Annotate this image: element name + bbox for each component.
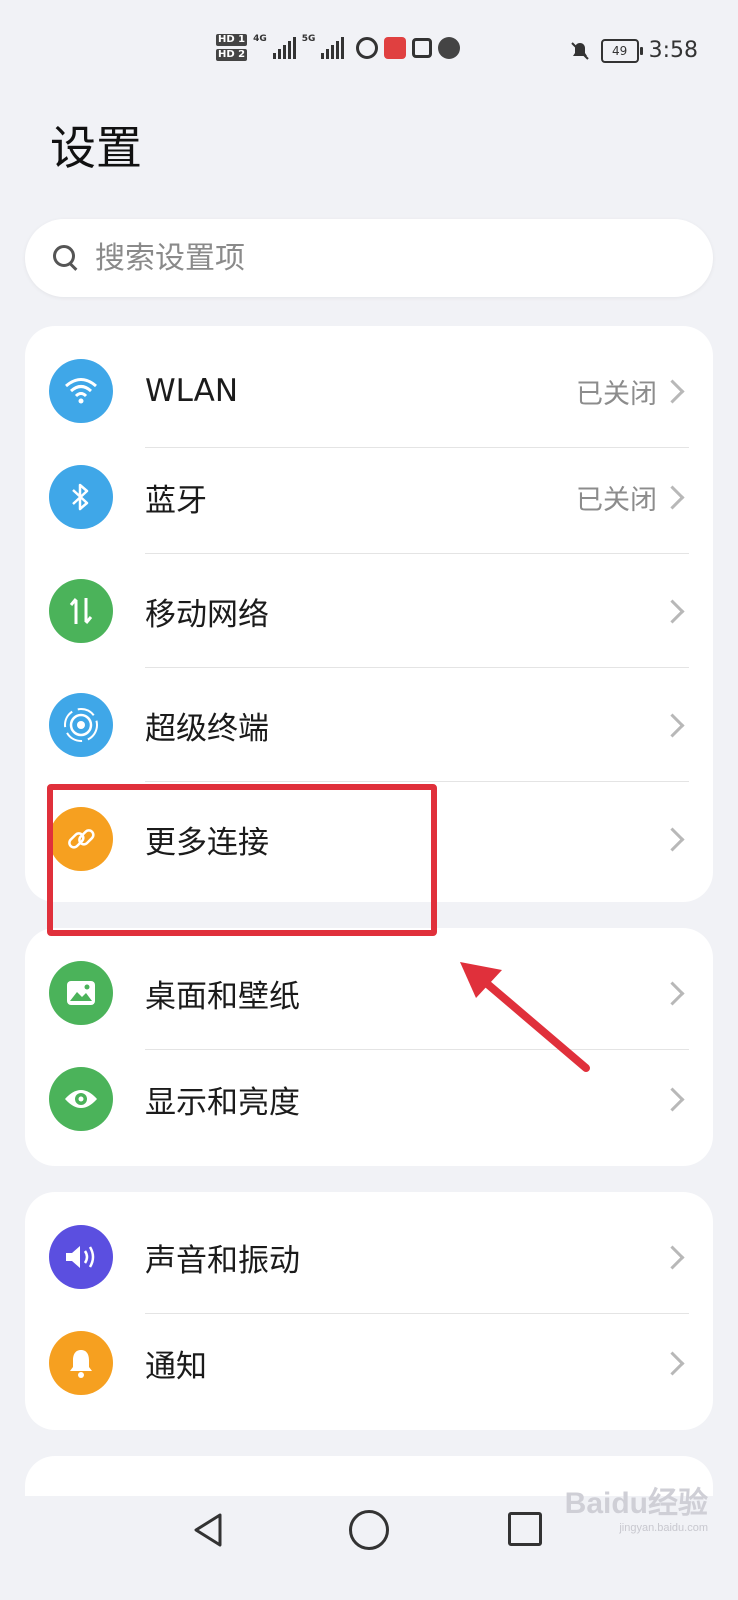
wifi-icon (49, 359, 113, 423)
settings-item-label: 蓝牙 (145, 482, 207, 519)
app-notification-icon (384, 36, 407, 59)
home-icon[interactable] (349, 1510, 389, 1550)
settings-item-label: 桌面和壁纸 (145, 978, 300, 1015)
chevron-right-icon (660, 1086, 685, 1112)
chevron-right-icon (660, 826, 685, 852)
chevron-right-icon (660, 1350, 685, 1376)
settings-item-label: 通知 (145, 1348, 207, 1385)
chevron-right-icon (660, 598, 685, 624)
highlight-box (47, 784, 437, 936)
wallpaper-icon (49, 961, 113, 1025)
hd-1-badge: HD 1 (216, 34, 248, 46)
clock: 3:58 (648, 38, 698, 63)
signal-2-icon (321, 36, 345, 59)
hd-indicators: HD 1 HD 2 (216, 34, 248, 61)
search-input[interactable] (93, 239, 657, 277)
chevron-right-icon (660, 1244, 685, 1270)
status-bar: HD 1 HD 2 4G 5G 49 3:58 (0, 0, 738, 100)
settings-group-sound: 声音和振动 通知 (25, 1192, 713, 1430)
mute-bell-icon (570, 41, 589, 60)
eye-icon (49, 1067, 113, 1131)
battery-level: 49 (611, 43, 628, 58)
status-right: 49 3:58 (569, 38, 698, 63)
hd-2-badge: HD 2 (216, 49, 248, 61)
settings-item-mobile-network[interactable]: 移动网络 (25, 554, 713, 668)
settings-item-sound-vibration[interactable]: 声音和振动 (25, 1200, 713, 1314)
super-device-icon (49, 693, 113, 757)
search-icon (53, 245, 79, 271)
annotation-arrow-icon (460, 962, 590, 1072)
settings-item-notifications[interactable]: 通知 (25, 1306, 713, 1420)
settings-item-label: 超级终端 (145, 710, 269, 747)
bluetooth-icon (49, 465, 113, 529)
chevron-right-icon (660, 980, 685, 1006)
status-left: HD 1 HD 2 4G 5G (216, 34, 461, 61)
mobile-data-icon (49, 579, 113, 643)
battery-icon: 49 (600, 38, 643, 63)
settings-item-super-device[interactable]: 超级终端 (25, 668, 713, 782)
settings-item-bluetooth[interactable]: 蓝牙 已关闭 (25, 440, 713, 554)
watermark-text: Baidu经验 (564, 1487, 708, 1520)
watermark-sub: jingyan.baidu.com (619, 1522, 708, 1534)
settings-group-display: 桌面和壁纸 显示和亮度 (25, 928, 713, 1166)
page-title: 设置 (50, 121, 142, 175)
search-bar[interactable] (25, 219, 713, 297)
shield-icon (412, 37, 433, 58)
settings-item-wallpaper[interactable]: 桌面和壁纸 (25, 936, 713, 1050)
settings-item-wlan[interactable]: WLAN 已关闭 (25, 334, 713, 448)
settings-item-value: 已关闭 (576, 378, 657, 410)
recent-apps-icon[interactable] (508, 1512, 542, 1546)
network-type-1: 4G (253, 34, 267, 44)
settings-item-label: 显示和亮度 (145, 1084, 300, 1121)
settings-item-label: 移动网络 (145, 596, 269, 633)
bell-icon (49, 1331, 113, 1395)
globe-icon (438, 36, 461, 59)
network-type-2: 5G (301, 34, 316, 44)
chevron-right-icon (660, 378, 685, 404)
hotspot-icon (356, 36, 379, 59)
watermark: Baidu经验 jingyan.baidu.com (565, 1478, 708, 1534)
settings-item-label: WLAN (145, 373, 239, 409)
settings-item-label: 声音和振动 (145, 1242, 300, 1279)
chevron-right-icon (660, 484, 685, 510)
settings-item-display-brightness[interactable]: 显示和亮度 (25, 1042, 713, 1156)
chevron-right-icon (660, 712, 685, 738)
settings-item-value: 已关闭 (576, 484, 657, 516)
sound-icon (49, 1225, 113, 1289)
back-icon[interactable] (192, 1512, 224, 1548)
signal-1-icon (272, 36, 296, 59)
